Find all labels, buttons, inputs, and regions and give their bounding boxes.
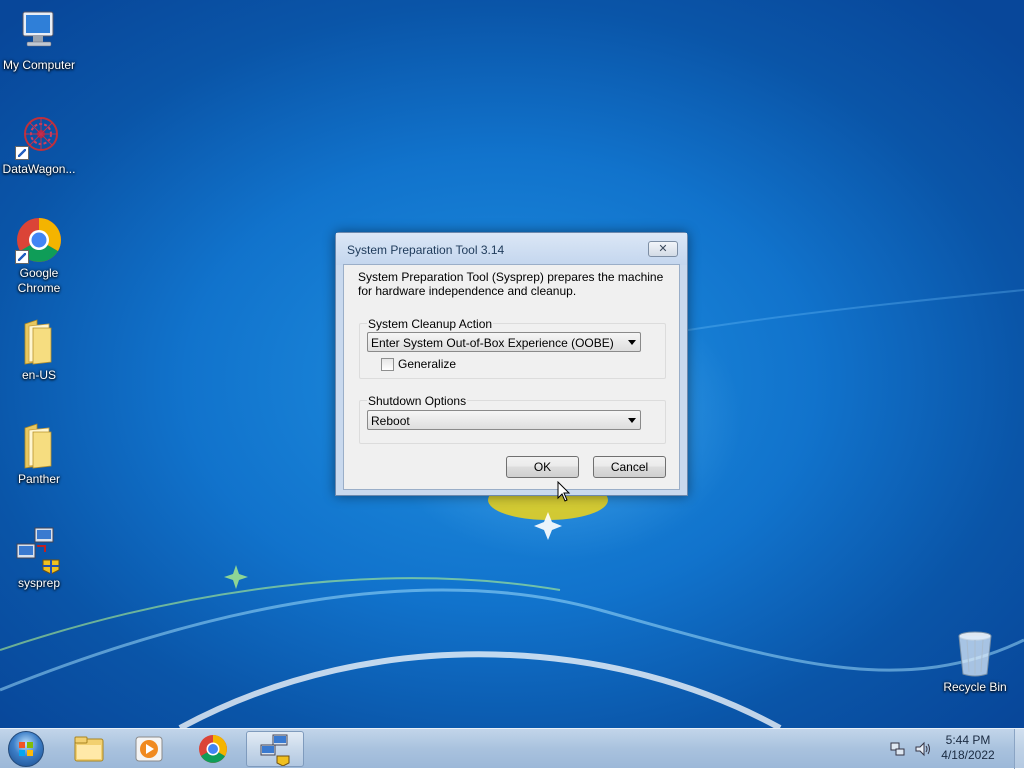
show-desktop-button[interactable] <box>1014 729 1024 769</box>
desktop-icon-label: Panther <box>17 472 61 486</box>
desktop-icon-sysprep[interactable]: sysprep <box>0 526 78 591</box>
taskbar-media-player[interactable] <box>122 731 176 767</box>
chevron-down-icon <box>628 418 636 423</box>
desktop-icon-label: en-US <box>21 368 56 382</box>
dialog-titlebar[interactable]: System Preparation Tool 3.14 ✕ <box>336 233 687 265</box>
clock[interactable]: 5:44 PM 4/18/2022 <box>924 733 1012 763</box>
recycle-bin-icon <box>951 630 999 678</box>
clock-time: 5:44 PM <box>945 733 991 747</box>
cancel-button[interactable]: Cancel <box>593 456 666 478</box>
desktop-icon-recycle-bin[interactable]: Recycle Bin <box>936 630 1014 695</box>
generalize-checkbox[interactable] <box>381 358 394 371</box>
taskbar-explorer[interactable] <box>62 731 116 767</box>
generalize-label[interactable]: Generalize <box>398 357 456 371</box>
chrome-icon <box>15 216 63 264</box>
shutdown-option-value: Reboot <box>371 414 410 428</box>
dialog-description: System Preparation Tool (Sysprep) prepar… <box>358 270 664 298</box>
shortcut-arrow-icon <box>15 250 29 264</box>
folder-icon <box>15 422 63 470</box>
shutdown-options-group-label: Shutdown Options <box>367 394 468 408</box>
start-button[interactable] <box>8 731 44 767</box>
chrome-icon <box>199 735 227 763</box>
dialog-title: System Preparation Tool 3.14 <box>347 243 505 257</box>
close-button[interactable]: ✕ <box>648 241 678 257</box>
network-icon[interactable] <box>890 741 906 757</box>
desktop-icon-datawagon[interactable]: DataWagon... <box>0 112 78 177</box>
desktop-icon-en-us[interactable]: en-US <box>0 318 78 383</box>
media-player-icon <box>135 736 163 762</box>
explorer-icon <box>74 736 104 762</box>
chevron-down-icon <box>628 340 636 345</box>
close-icon: ✕ <box>658 242 668 255</box>
cleanup-action-value: Enter System Out-of-Box Experience (OOBE… <box>371 336 614 350</box>
desktop-icon-my-computer[interactable]: My Computer <box>0 8 78 73</box>
cleanup-action-group-label: System Cleanup Action <box>367 317 494 331</box>
shutdown-options-group: Shutdown Options Reboot <box>359 394 666 444</box>
windows-logo-icon <box>19 742 33 756</box>
clock-date: 4/18/2022 <box>941 748 995 762</box>
shortcut-arrow-icon <box>15 146 29 160</box>
sysprep-icon <box>260 734 290 767</box>
desktop-icon-google-chrome[interactable]: Google Chrome <box>0 216 78 296</box>
taskbar: 5:44 PM 4/18/2022 <box>0 728 1024 769</box>
cleanup-action-group: System Cleanup Action Enter System Out-o… <box>359 317 666 379</box>
sysprep-icon <box>15 526 63 575</box>
desktop-icon-label: Google Chrome <box>17 266 61 295</box>
desktop-icon-label: sysprep <box>17 576 61 590</box>
ok-button[interactable]: OK <box>506 456 579 478</box>
folder-icon <box>15 318 63 366</box>
desktop-icon-panther[interactable]: Panther <box>0 422 78 487</box>
mouse-cursor-icon <box>557 481 571 502</box>
taskbar-chrome[interactable] <box>186 731 240 767</box>
desktop-icon-label: Recycle Bin <box>943 680 1007 694</box>
computer-icon <box>15 8 63 56</box>
dialog-client-area: System Preparation Tool (Sysprep) prepar… <box>343 264 680 490</box>
cleanup-action-dropdown[interactable]: Enter System Out-of-Box Experience (OOBE… <box>367 332 641 352</box>
desktop-icon-label: My Computer <box>2 58 76 72</box>
shutdown-options-dropdown[interactable]: Reboot <box>367 410 641 430</box>
sysprep-dialog: System Preparation Tool 3.14 ✕ System Pr… <box>335 232 688 496</box>
desktop-icon-label: DataWagon... <box>2 162 76 176</box>
taskbar-sysprep[interactable] <box>246 731 304 767</box>
datawagon-icon <box>15 112 63 160</box>
